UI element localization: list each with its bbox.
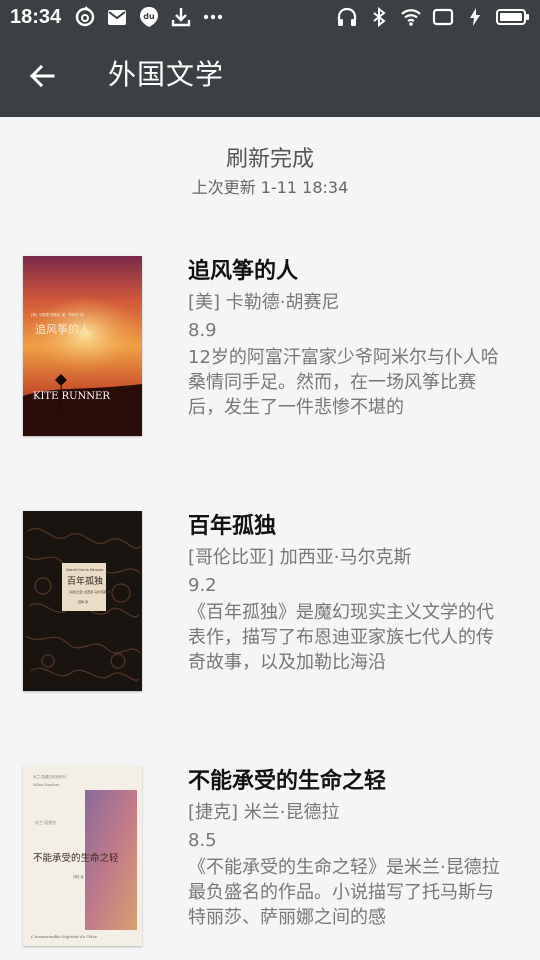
svg-text:米兰·昆德拉: 米兰·昆德拉 xyxy=(35,819,56,825)
svg-text:范晔 译: 范晔 译 xyxy=(78,599,88,604)
svg-text:du: du xyxy=(143,12,155,21)
list-item[interactable]: Gabriel García Márquez 百年孤独 [哥伦比亚] 加西亚·马… xyxy=(0,511,540,701)
book-cover: 米兰·昆德拉作品系列 Milan Kundera 米兰·昆德拉 不能承受的生命之… xyxy=(23,766,142,946)
arrow-left-icon xyxy=(28,62,56,90)
book-list[interactable]: 刷新完成 上次更新 1-11 18:34 [美] 卡勒德·胡赛尼 著 · 李继宏… xyxy=(0,117,540,960)
page-title: 外国文学 xyxy=(108,58,225,91)
more-dots-icon xyxy=(202,6,224,28)
svg-text:许钧 译: 许钧 译 xyxy=(73,874,84,879)
book-cover: [美] 卡勒德·胡赛尼 著 · 李继宏 译 追风筝的人 KITE RUNNER xyxy=(23,256,142,436)
status-bar: 18:34 du xyxy=(0,0,540,34)
book-rating: 9.2 xyxy=(188,575,217,596)
list-item[interactable]: 米兰·昆德拉作品系列 Milan Kundera 米兰·昆德拉 不能承受的生命之… xyxy=(0,766,540,956)
bluetooth-icon xyxy=(368,6,390,28)
book-summary: 《百年孤独》是魔幻现实主义文学的代表作，描写了布恩迪亚家族七代人的传奇故事，以及… xyxy=(188,602,494,673)
download-icon xyxy=(170,6,192,28)
mail-icon xyxy=(106,6,128,28)
screen-icon xyxy=(432,6,454,28)
svg-text:[美] 卡勒德·胡赛尼 著 · 李继宏 译: [美] 卡勒德·胡赛尼 著 · 李继宏 译 xyxy=(31,312,84,317)
svg-text:Gabriel García Márquez: Gabriel García Márquez xyxy=(66,568,104,572)
list-item[interactable]: [美] 卡勒德·胡赛尼 著 · 李继宏 译 追风筝的人 KITE RUNNER … xyxy=(0,256,540,446)
book-rating: 8.5 xyxy=(188,830,217,851)
status-system-icons xyxy=(336,5,530,29)
book-summary: 12岁的阿富汗富家少爷阿米尔与仆人哈桑情同手足。然而，在一场风筝比赛后，发生了一… xyxy=(188,347,499,418)
refresh-status: 刷新完成 xyxy=(225,147,314,172)
book-author: [美] 卡勒德·胡赛尼 xyxy=(188,292,340,313)
status-time: 18:34 xyxy=(10,6,62,28)
wifi-icon xyxy=(400,6,422,28)
battery-icon xyxy=(496,6,530,28)
book-title: 不能承受的生命之轻 xyxy=(188,769,387,794)
book-author: [捷克] 米兰·昆德拉 xyxy=(188,802,340,823)
cover-subtitle: KITE RUNNER xyxy=(33,391,110,402)
svg-text:米兰·昆德拉作品系列: 米兰·昆德拉作品系列 xyxy=(33,774,66,779)
back-button[interactable] xyxy=(20,54,64,98)
pull-refresh-header: 刷新完成 上次更新 1-11 18:34 xyxy=(0,145,540,199)
book-author: [哥伦比亚] 加西亚·马尔克斯 xyxy=(188,547,412,568)
netease-music-icon xyxy=(74,6,96,28)
du-icon: du xyxy=(138,6,160,28)
book-rating: 8.9 xyxy=(188,320,217,341)
svg-text:[哥伦比亚] 加西亚·马尔克斯 著: [哥伦比亚] 加西亚·马尔克斯 著 xyxy=(69,589,110,594)
status-notification-icons: du xyxy=(74,6,224,28)
refresh-last-updated: 上次更新 1-11 18:34 xyxy=(191,178,349,197)
toolbar: 外国文学 xyxy=(0,34,540,117)
book-info: 百年孤独 [哥伦比亚] 加西亚·马尔克斯 9.2 《百年孤独》是魔幻现实主义文学… xyxy=(188,511,510,675)
book-title: 百年孤独 xyxy=(188,514,277,539)
headset-icon xyxy=(336,6,358,28)
book-info: 不能承受的生命之轻 [捷克] 米兰·昆德拉 8.5 《不能承受的生命之轻》是米兰… xyxy=(188,766,510,930)
book-info: 追风筝的人 [美] 卡勒德·胡赛尼 8.9 12岁的阿富汗富家少爷阿米尔与仆人哈… xyxy=(188,256,510,420)
cover-subtitle: L'insoutenable légèreté de l'être xyxy=(30,934,98,939)
cover-title: 不能承受的生命之轻 xyxy=(33,852,119,864)
cover-title: 追风筝的人 xyxy=(35,322,90,336)
book-cover: Gabriel García Márquez 百年孤独 [哥伦比亚] 加西亚·马… xyxy=(23,511,142,691)
svg-text:Milan Kundera: Milan Kundera xyxy=(33,783,59,787)
cover-title: 百年孤独 xyxy=(67,575,103,587)
charging-icon xyxy=(464,6,486,28)
book-summary: 《不能承受的生命之轻》是米兰·昆德拉最负盛名的作品。小说描写了托马斯与特丽莎、萨… xyxy=(188,857,500,928)
book-title: 追风筝的人 xyxy=(188,259,299,284)
